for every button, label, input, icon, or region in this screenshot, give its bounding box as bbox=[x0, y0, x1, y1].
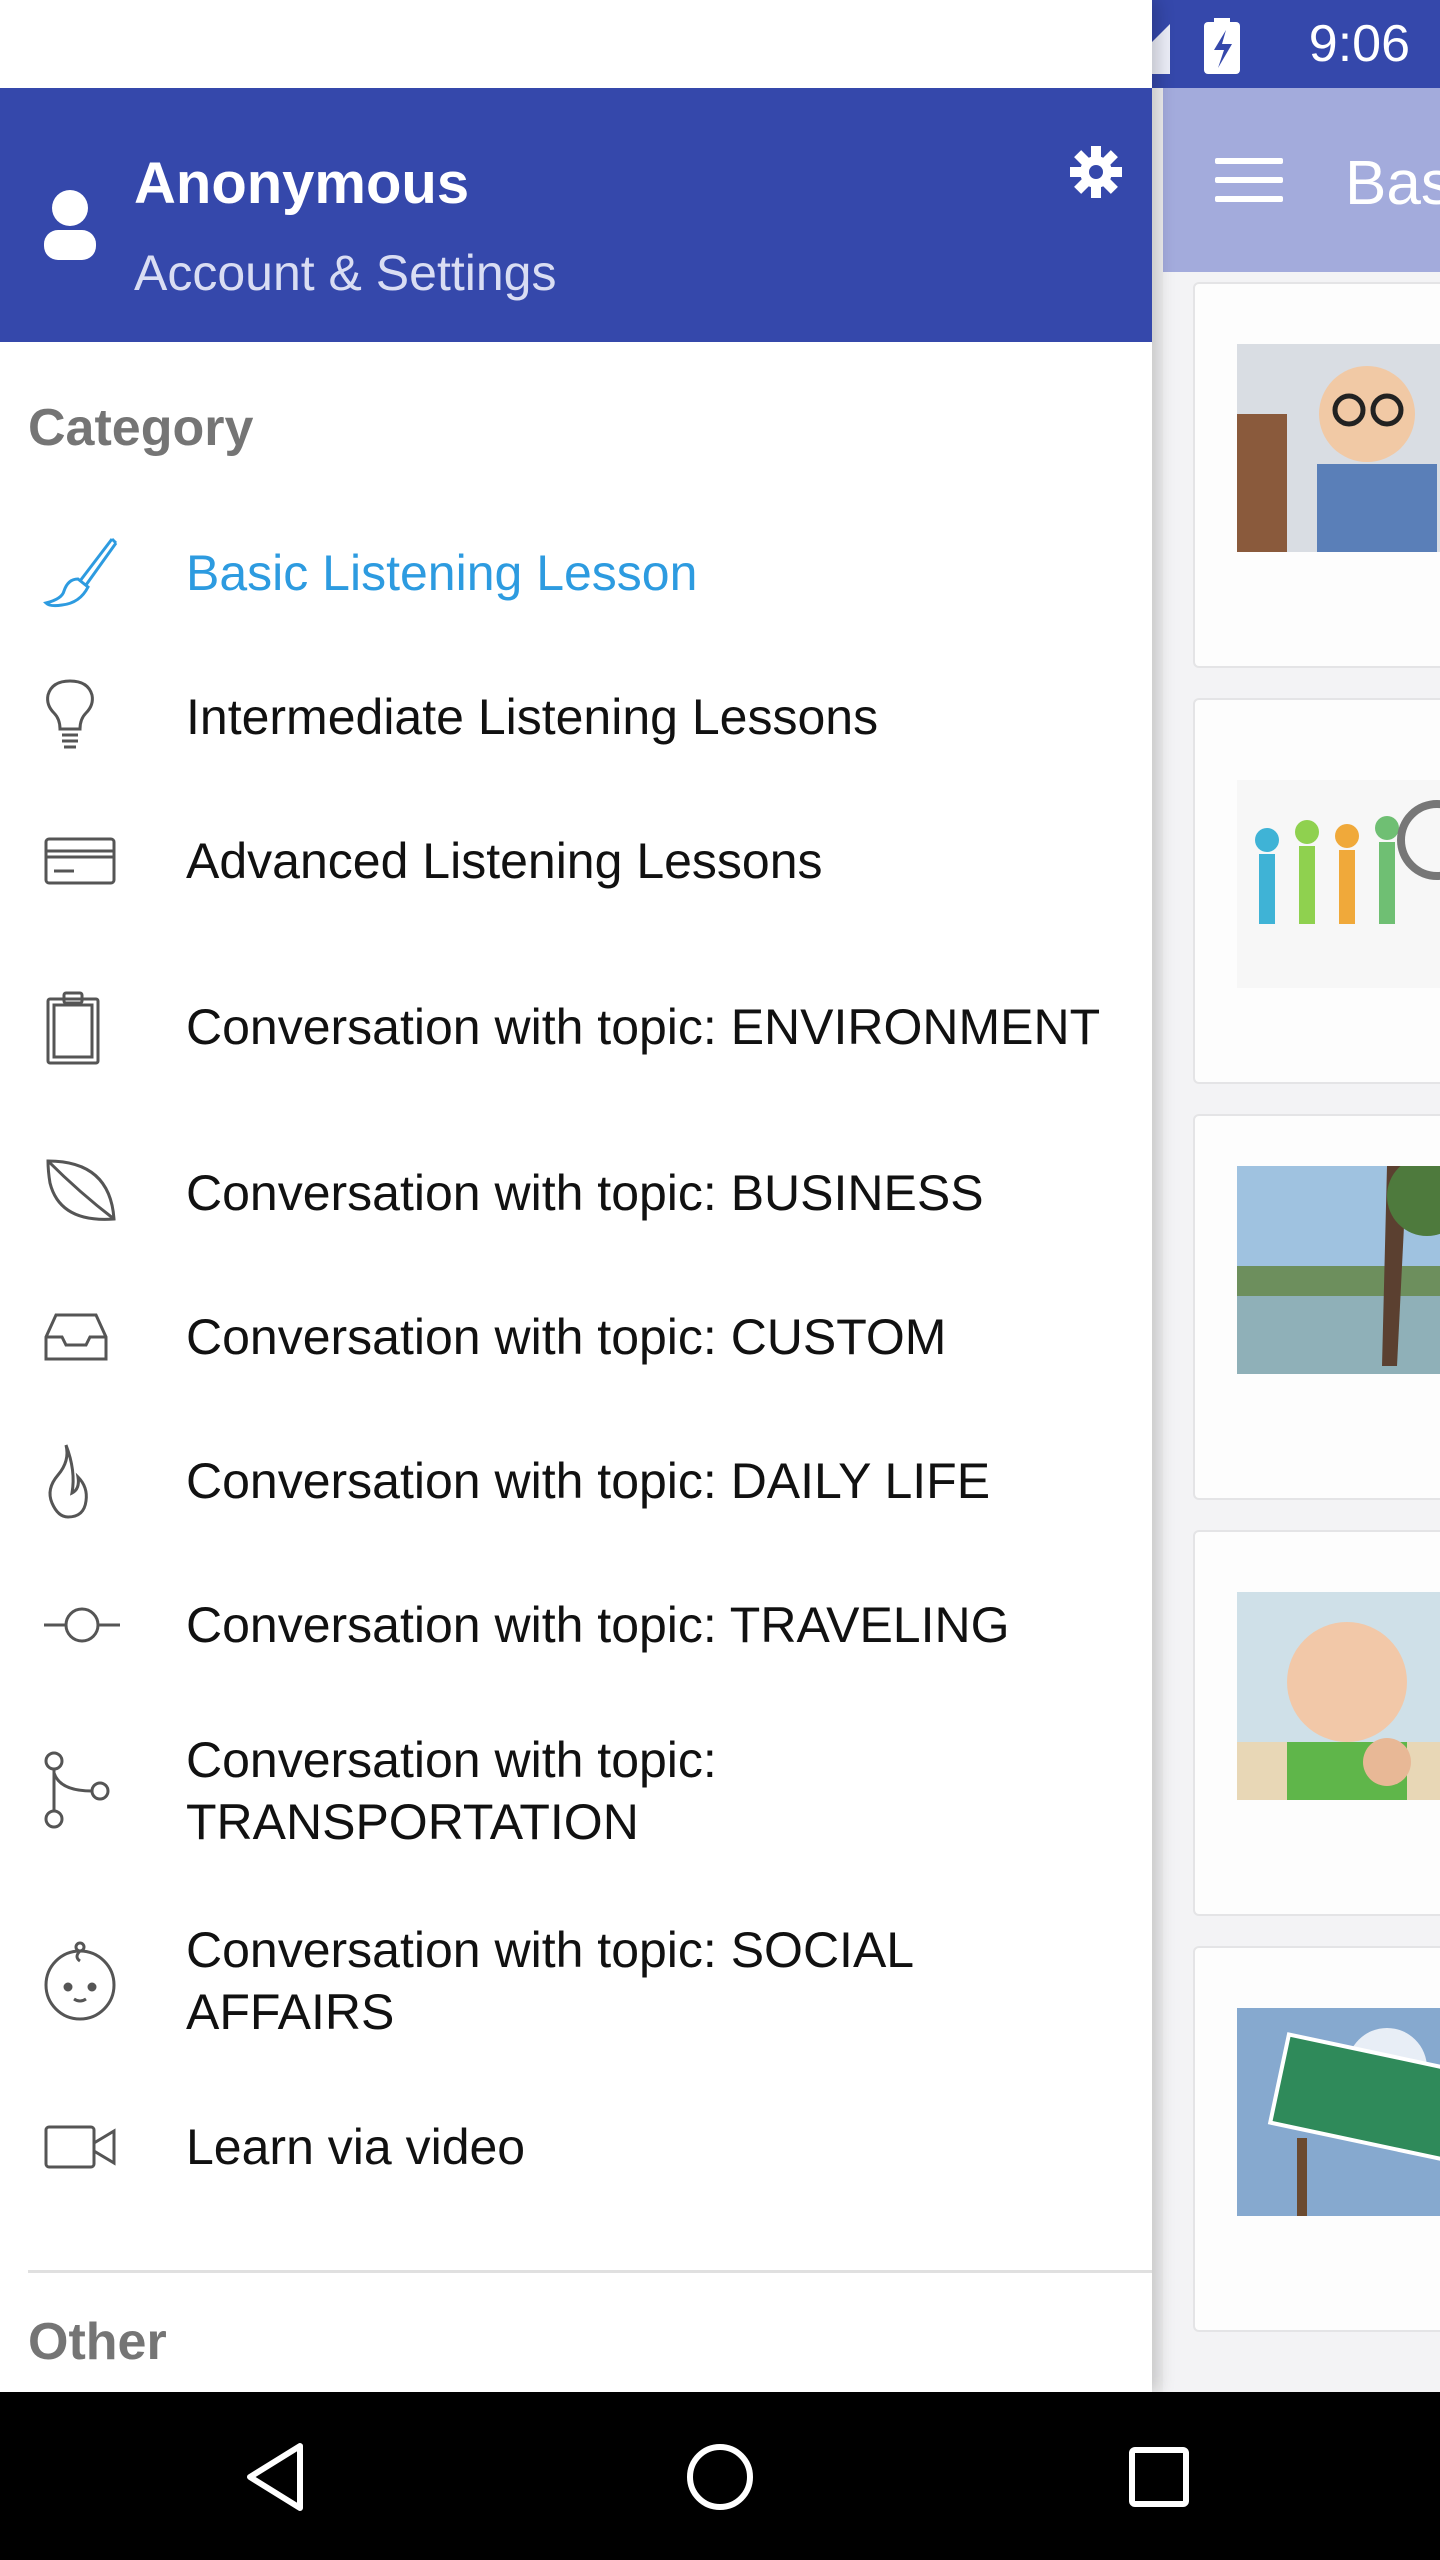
system-navigation-bar bbox=[0, 2392, 1440, 2560]
credit-card-icon bbox=[44, 837, 116, 885]
category-section-title: Category bbox=[28, 399, 254, 457]
drawer-item-label: Intermediate Listening Lessons bbox=[186, 689, 879, 745]
gear-icon[interactable] bbox=[1068, 144, 1124, 200]
account-name: Anonymous bbox=[134, 151, 470, 216]
drawer-item-label: Conversation with topic: SOCIAL AFFAIRS bbox=[186, 1922, 913, 2040]
flame-icon bbox=[48, 1444, 88, 1519]
drawer-item-label: Conversation with topic: CUSTOM bbox=[186, 1309, 947, 1365]
lightbulb-icon bbox=[46, 679, 94, 749]
lesson-thumbnail bbox=[1237, 2008, 1440, 2216]
video-camera-icon bbox=[44, 2125, 116, 2169]
drawer-item-advanced-listening[interactable]: Advanced Listening Lessons bbox=[0, 796, 1152, 926]
lesson-thumbnail bbox=[1237, 780, 1440, 988]
commit-icon bbox=[44, 1607, 120, 1643]
drawer-item-label: Basic Listening Lesson bbox=[186, 545, 698, 601]
drawer-item-custom[interactable]: Conversation with topic: CUSTOM bbox=[0, 1272, 1152, 1402]
drawer-item-traveling[interactable]: Conversation with topic: TRAVELING bbox=[0, 1560, 1152, 1690]
drawer-item-label: Conversation with topic: ENVIRONMENT bbox=[186, 999, 1101, 1055]
drawer-item-environment[interactable]: Conversation with topic: ENVIRONMENT bbox=[0, 962, 1152, 1092]
drawer-item-intermediate-listening[interactable]: Intermediate Listening Lessons bbox=[0, 652, 1152, 782]
drawer-item-daily-life[interactable]: Conversation with topic: DAILY LIFE bbox=[0, 1416, 1152, 1546]
battery-charging-icon bbox=[1204, 18, 1240, 74]
lesson-card[interactable] bbox=[1193, 282, 1440, 668]
drawer-item-label: Conversation with topic: TRANSPORTATION bbox=[186, 1732, 717, 1850]
drawer-item-transportation[interactable]: Conversation with topic: TRANSPORTATION bbox=[0, 1726, 1152, 1856]
inbox-icon bbox=[44, 1313, 108, 1361]
drawer-item-label: Conversation with topic: BUSINESS bbox=[186, 1165, 984, 1221]
lesson-card[interactable] bbox=[1193, 1114, 1440, 1500]
toolbar-title: Bas bbox=[1345, 149, 1440, 218]
lesson-card[interactable] bbox=[1193, 698, 1440, 1084]
clipboard-icon bbox=[46, 991, 100, 1065]
section-divider bbox=[28, 2270, 1152, 2273]
lesson-card[interactable] bbox=[1193, 1530, 1440, 1916]
account-settings-label: Account & Settings bbox=[134, 245, 557, 301]
lesson-list bbox=[1163, 272, 1440, 2392]
user-avatar-icon bbox=[44, 190, 96, 260]
other-section-title: Other bbox=[28, 2313, 167, 2371]
drawer-item-basic-listening[interactable]: Basic Listening Lesson bbox=[0, 508, 1152, 638]
drawer-item-learn-via-video[interactable]: Learn via video bbox=[0, 2082, 1152, 2212]
lesson-thumbnail bbox=[1237, 1166, 1440, 1374]
back-icon[interactable] bbox=[236, 2432, 326, 2522]
paintbrush-icon bbox=[43, 537, 118, 608]
drawer-item-label: Learn via video bbox=[186, 2119, 526, 2175]
drawer-header[interactable]: Anonymous Account & Settings bbox=[0, 88, 1152, 342]
lesson-thumbnail bbox=[1237, 344, 1440, 552]
recents-icon[interactable] bbox=[1114, 2432, 1204, 2522]
drawer-item-label: Conversation with topic: TRAVELING bbox=[186, 1597, 1010, 1653]
drawer-item-label: Advanced Listening Lessons bbox=[186, 833, 823, 889]
main-toolbar: Bas bbox=[1163, 88, 1440, 272]
lesson-thumbnail bbox=[1237, 1592, 1440, 1800]
drawer-item-business[interactable]: Conversation with topic: BUSINESS bbox=[0, 1128, 1152, 1258]
home-icon[interactable] bbox=[675, 2432, 765, 2522]
drawer-item-social-affairs[interactable]: Conversation with topic: SOCIAL AFFAIRS bbox=[0, 1916, 1152, 2046]
navigation-drawer: Anonymous Account & Settings Category Ba… bbox=[0, 0, 1152, 2392]
hamburger-menu-icon[interactable] bbox=[1215, 158, 1283, 202]
branch-icon bbox=[44, 1751, 110, 1829]
baby-face-icon bbox=[44, 1941, 116, 2021]
status-time: 9:06 bbox=[1308, 15, 1410, 73]
lesson-card[interactable] bbox=[1193, 1946, 1440, 2332]
leaf-icon bbox=[46, 1159, 116, 1221]
drawer-item-label: Conversation with topic: DAILY LIFE bbox=[186, 1453, 991, 1509]
